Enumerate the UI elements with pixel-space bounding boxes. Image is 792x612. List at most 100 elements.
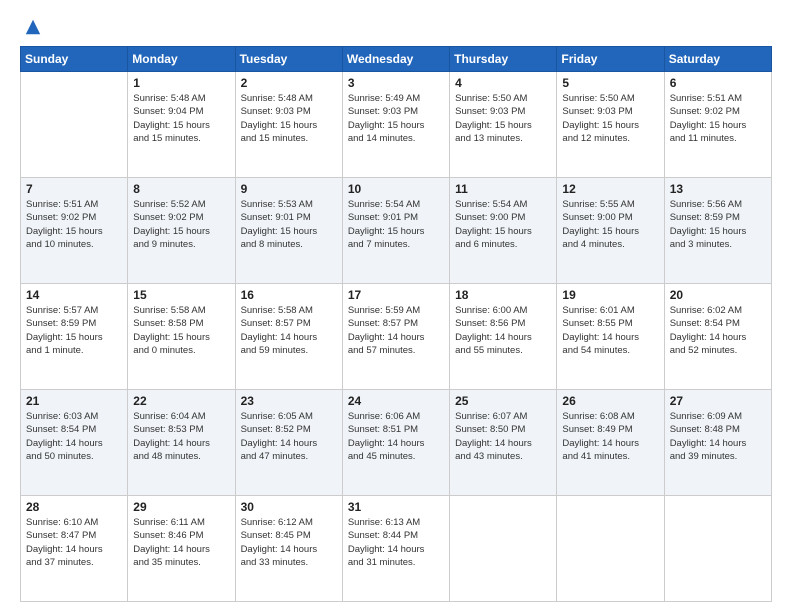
day-number: 11	[455, 182, 551, 196]
calendar-cell: 18 Sunrise: 6:00 AMSunset: 8:56 PMDayligh…	[450, 284, 557, 390]
weekday-header-tuesday: Tuesday	[235, 47, 342, 72]
day-number: 10	[348, 182, 444, 196]
day-number: 29	[133, 500, 229, 514]
weekday-header-row: SundayMondayTuesdayWednesdayThursdayFrid…	[21, 47, 772, 72]
calendar-cell: 28 Sunrise: 6:10 AMSunset: 8:47 PMDayligh…	[21, 496, 128, 602]
calendar-cell: 2Sunrise: 5:48 AMSunset: 9:03 PMDaylight…	[235, 72, 342, 178]
calendar-cell: 21 Sunrise: 6:03 AMSunset: 8:54 PMDayligh…	[21, 390, 128, 496]
day-info: Sunrise: 6:01 AMSunset: 8:55 PMDaylight:…	[562, 304, 658, 357]
day-info: Sunrise: 5:59 AMSunset: 8:57 PMDaylight:…	[348, 304, 444, 357]
day-info: Sunrise: 5:51 AMSunset: 9:02 PMDaylight:…	[26, 198, 122, 251]
week-row-2: 7 Sunrise: 5:51 AMSunset: 9:02 PMDaylight…	[21, 178, 772, 284]
calendar-cell: 5 Sunrise: 5:50 AMSunset: 9:03 PMDaylight…	[557, 72, 664, 178]
day-number: 3	[348, 76, 444, 90]
calendar-cell: 31 Sunrise: 6:13 AMSunset: 8:44 PMDayligh…	[342, 496, 449, 602]
day-info: Sunrise: 6:09 AMSunset: 8:48 PMDaylight:…	[670, 410, 766, 463]
calendar-cell: 1 Sunrise: 5:48 AMSunset: 9:04 PMDaylight…	[128, 72, 235, 178]
logo	[20, 18, 42, 36]
calendar-cell	[450, 496, 557, 602]
weekday-header-monday: Monday	[128, 47, 235, 72]
logo-icon	[24, 18, 42, 36]
day-info: Sunrise: 5:50 AMSunset: 9:03 PMDaylight:…	[562, 92, 658, 145]
day-info: Sunrise: 5:56 AMSunset: 8:59 PMDaylight:…	[670, 198, 766, 251]
calendar-cell: 30 Sunrise: 6:12 AMSunset: 8:45 PMDayligh…	[235, 496, 342, 602]
day-number: 9	[241, 182, 337, 196]
calendar-cell: 11 Sunrise: 5:54 AMSunset: 9:00 PMDayligh…	[450, 178, 557, 284]
day-number: 14	[26, 288, 122, 302]
day-number: 15	[133, 288, 229, 302]
calendar-cell: 27 Sunrise: 6:09 AMSunset: 8:48 PMDayligh…	[664, 390, 771, 496]
day-info: Sunrise: 5:48 AMSunset: 9:04 PMDaylight:…	[133, 92, 229, 145]
week-row-1: 1 Sunrise: 5:48 AMSunset: 9:04 PMDaylight…	[21, 72, 772, 178]
week-row-3: 14 Sunrise: 5:57 AMSunset: 8:59 PMDayligh…	[21, 284, 772, 390]
day-number: 27	[670, 394, 766, 408]
calendar-cell: 13 Sunrise: 5:56 AMSunset: 8:59 PMDayligh…	[664, 178, 771, 284]
day-info: Sunrise: 6:06 AMSunset: 8:51 PMDaylight:…	[348, 410, 444, 463]
day-number: 5	[562, 76, 658, 90]
day-info: Sunrise: 5:58 AMSunset: 8:58 PMDaylight:…	[133, 304, 229, 357]
calendar-cell: 24Sunrise: 6:06 AMSunset: 8:51 PMDayligh…	[342, 390, 449, 496]
day-number: 22	[133, 394, 229, 408]
day-info: Sunrise: 5:57 AMSunset: 8:59 PMDaylight:…	[26, 304, 122, 357]
day-number: 30	[241, 500, 337, 514]
calendar-cell: 6 Sunrise: 5:51 AMSunset: 9:02 PMDaylight…	[664, 72, 771, 178]
day-info: Sunrise: 6:08 AMSunset: 8:49 PMDaylight:…	[562, 410, 658, 463]
weekday-header-wednesday: Wednesday	[342, 47, 449, 72]
day-number: 13	[670, 182, 766, 196]
calendar-cell: 14 Sunrise: 5:57 AMSunset: 8:59 PMDayligh…	[21, 284, 128, 390]
calendar-cell: 12Sunrise: 5:55 AMSunset: 9:00 PMDayligh…	[557, 178, 664, 284]
day-number: 1	[133, 76, 229, 90]
day-info: Sunrise: 5:49 AMSunset: 9:03 PMDaylight:…	[348, 92, 444, 145]
day-info: Sunrise: 6:12 AMSunset: 8:45 PMDaylight:…	[241, 516, 337, 569]
day-info: Sunrise: 6:10 AMSunset: 8:47 PMDaylight:…	[26, 516, 122, 569]
day-info: Sunrise: 5:48 AMSunset: 9:03 PMDaylight:…	[241, 92, 337, 145]
day-number: 18	[455, 288, 551, 302]
day-number: 20	[670, 288, 766, 302]
day-number: 25	[455, 394, 551, 408]
weekday-header-friday: Friday	[557, 47, 664, 72]
calendar-cell	[664, 496, 771, 602]
day-number: 8	[133, 182, 229, 196]
day-number: 21	[26, 394, 122, 408]
day-info: Sunrise: 6:11 AMSunset: 8:46 PMDaylight:…	[133, 516, 229, 569]
page: SundayMondayTuesdayWednesdayThursdayFrid…	[0, 0, 792, 612]
calendar-cell: 7 Sunrise: 5:51 AMSunset: 9:02 PMDaylight…	[21, 178, 128, 284]
calendar-cell	[557, 496, 664, 602]
calendar-table: SundayMondayTuesdayWednesdayThursdayFrid…	[20, 46, 772, 602]
week-row-4: 21 Sunrise: 6:03 AMSunset: 8:54 PMDayligh…	[21, 390, 772, 496]
day-info: Sunrise: 6:03 AMSunset: 8:54 PMDaylight:…	[26, 410, 122, 463]
day-info: Sunrise: 6:04 AMSunset: 8:53 PMDaylight:…	[133, 410, 229, 463]
day-info: Sunrise: 5:54 AMSunset: 9:01 PMDaylight:…	[348, 198, 444, 251]
day-number: 26	[562, 394, 658, 408]
day-info: Sunrise: 6:05 AMSunset: 8:52 PMDaylight:…	[241, 410, 337, 463]
calendar-cell: 23 Sunrise: 6:05 AMSunset: 8:52 PMDayligh…	[235, 390, 342, 496]
calendar-cell: 3 Sunrise: 5:49 AMSunset: 9:03 PMDaylight…	[342, 72, 449, 178]
weekday-header-thursday: Thursday	[450, 47, 557, 72]
calendar-cell: 16Sunrise: 5:58 AMSunset: 8:57 PMDayligh…	[235, 284, 342, 390]
calendar-cell: 8 Sunrise: 5:52 AMSunset: 9:02 PMDaylight…	[128, 178, 235, 284]
day-number: 23	[241, 394, 337, 408]
day-number: 17	[348, 288, 444, 302]
calendar-cell: 22 Sunrise: 6:04 AMSunset: 8:53 PMDayligh…	[128, 390, 235, 496]
day-info: Sunrise: 6:07 AMSunset: 8:50 PMDaylight:…	[455, 410, 551, 463]
calendar-cell: 10 Sunrise: 5:54 AMSunset: 9:01 PMDayligh…	[342, 178, 449, 284]
calendar-cell: 9 Sunrise: 5:53 AMSunset: 9:01 PMDaylight…	[235, 178, 342, 284]
day-number: 4	[455, 76, 551, 90]
weekday-header-saturday: Saturday	[664, 47, 771, 72]
day-number: 31	[348, 500, 444, 514]
week-row-5: 28 Sunrise: 6:10 AMSunset: 8:47 PMDayligh…	[21, 496, 772, 602]
day-info: Sunrise: 5:53 AMSunset: 9:01 PMDaylight:…	[241, 198, 337, 251]
calendar-cell: 15 Sunrise: 5:58 AMSunset: 8:58 PMDayligh…	[128, 284, 235, 390]
day-number: 7	[26, 182, 122, 196]
day-info: Sunrise: 5:54 AMSunset: 9:00 PMDaylight:…	[455, 198, 551, 251]
day-number: 6	[670, 76, 766, 90]
day-info: Sunrise: 6:00 AMSunset: 8:56 PMDaylight:…	[455, 304, 551, 357]
day-info: Sunrise: 6:13 AMSunset: 8:44 PMDaylight:…	[348, 516, 444, 569]
day-info: Sunrise: 5:51 AMSunset: 9:02 PMDaylight:…	[670, 92, 766, 145]
day-info: Sunrise: 5:58 AMSunset: 8:57 PMDaylight:…	[241, 304, 337, 357]
calendar-cell: 20Sunrise: 6:02 AMSunset: 8:54 PMDayligh…	[664, 284, 771, 390]
calendar-cell	[21, 72, 128, 178]
day-info: Sunrise: 5:50 AMSunset: 9:03 PMDaylight:…	[455, 92, 551, 145]
day-number: 28	[26, 500, 122, 514]
day-info: Sunrise: 5:52 AMSunset: 9:02 PMDaylight:…	[133, 198, 229, 251]
